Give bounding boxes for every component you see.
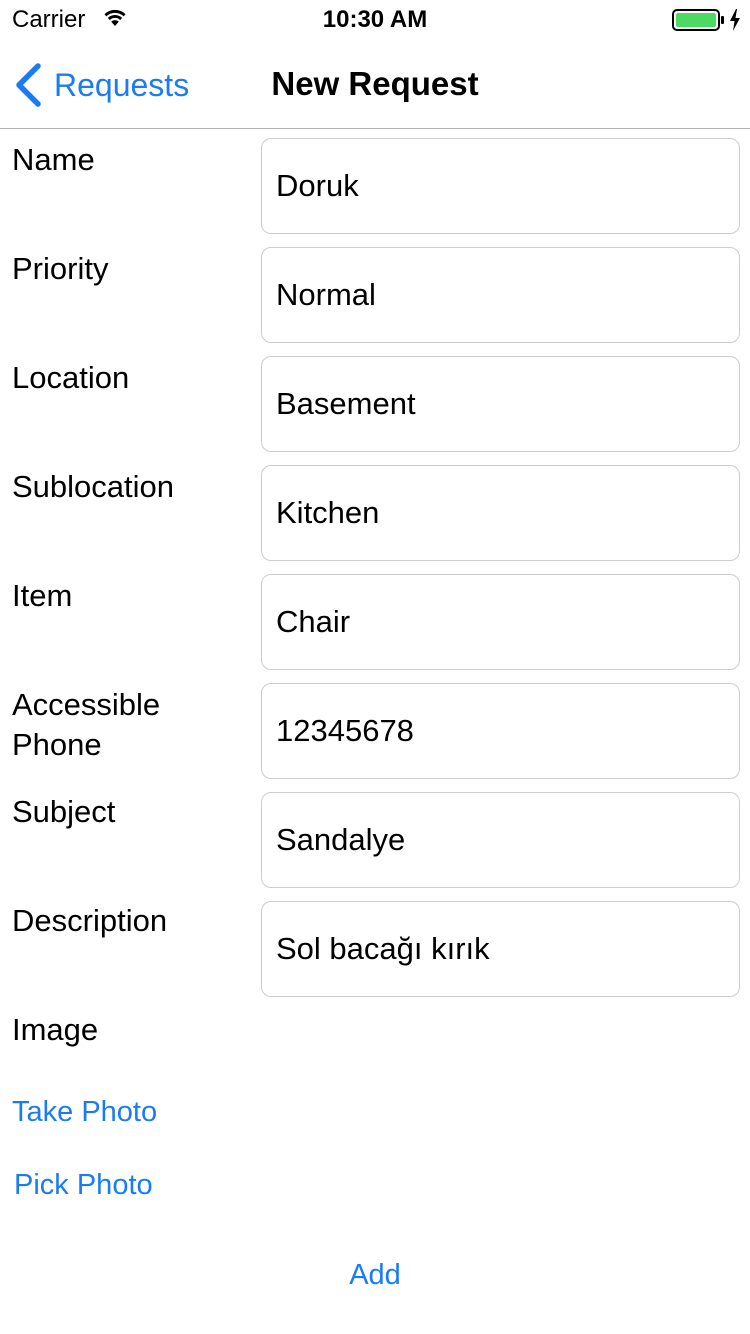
form-row-description: Description bbox=[0, 901, 750, 999]
subject-label: Subject bbox=[12, 794, 116, 829]
take-photo-button[interactable]: Take Photo bbox=[12, 1094, 157, 1130]
name-label: Name bbox=[12, 142, 95, 177]
form-row-name: Name bbox=[0, 138, 750, 236]
navigation-bar: Requests New Request bbox=[0, 40, 750, 129]
item-field[interactable] bbox=[261, 574, 740, 670]
priority-field[interactable] bbox=[261, 247, 740, 343]
page-title: New Request bbox=[271, 65, 479, 102]
location-field[interactable] bbox=[261, 356, 740, 452]
name-field[interactable] bbox=[261, 138, 740, 234]
priority-label: Priority bbox=[12, 251, 109, 286]
image-label: Image bbox=[12, 1012, 99, 1047]
sublocation-label: Sublocation bbox=[12, 469, 175, 504]
accessible-phone-label: Accessible Phone bbox=[12, 687, 161, 762]
new-request-screen: Carrier 10:30 AM Requests New Request Na… bbox=[0, 0, 750, 1334]
form-row-subject: Subject bbox=[0, 792, 750, 890]
subject-field[interactable] bbox=[261, 792, 740, 888]
description-field[interactable] bbox=[261, 901, 740, 997]
pick-photo-button[interactable]: Pick Photo bbox=[14, 1167, 153, 1203]
form-row-priority: Priority bbox=[0, 247, 750, 345]
status-bar: Carrier 10:30 AM bbox=[0, 0, 750, 40]
form-row-sublocation: Sublocation bbox=[0, 465, 750, 563]
sublocation-field[interactable] bbox=[261, 465, 740, 561]
form-row-accessible-phone: Accessible Phone bbox=[0, 683, 750, 781]
add-button[interactable]: Add bbox=[0, 1257, 750, 1293]
status-time: 10:30 AM bbox=[322, 6, 428, 33]
item-label: Item bbox=[12, 578, 73, 613]
battery-icon bbox=[672, 9, 724, 31]
location-label: Location bbox=[12, 360, 130, 395]
charging-bolt-icon bbox=[730, 9, 740, 31]
form-row-location: Location bbox=[0, 356, 750, 454]
form-row-item: Item bbox=[0, 574, 750, 672]
description-label: Description bbox=[12, 903, 168, 938]
accessible-phone-field[interactable] bbox=[261, 683, 740, 779]
